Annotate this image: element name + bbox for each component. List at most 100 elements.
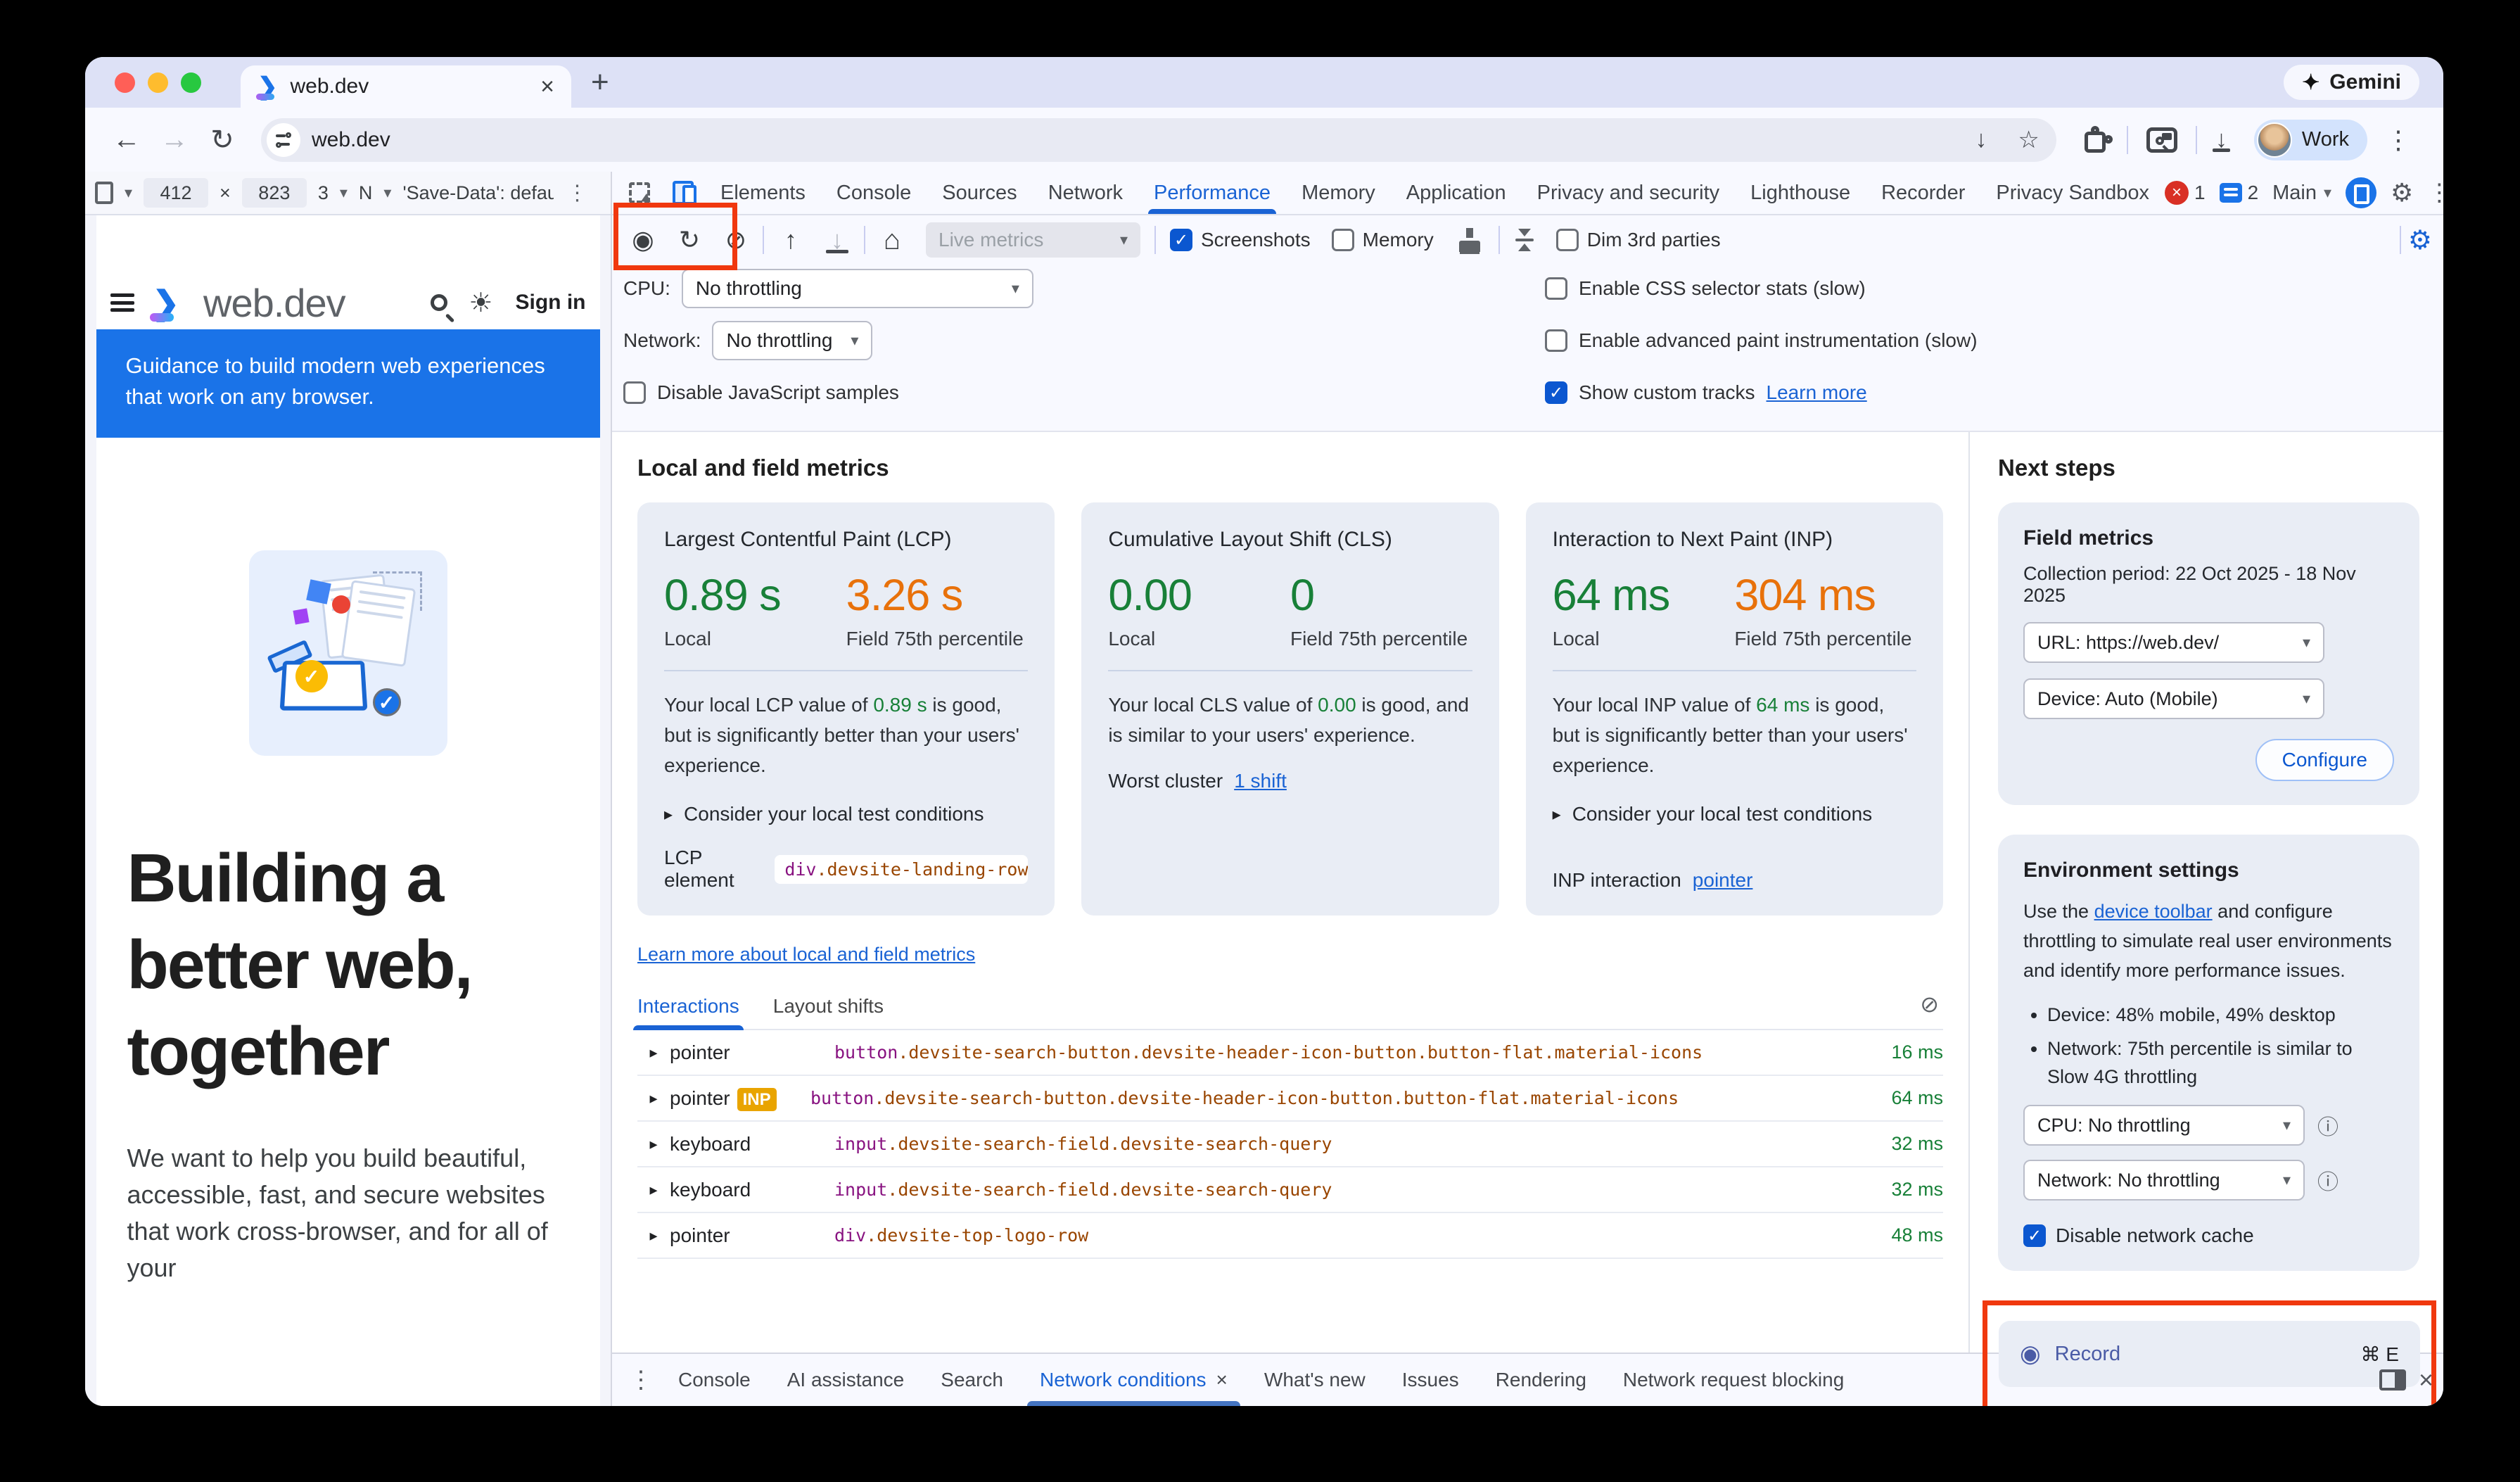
metrics-learn-more-link[interactable]: Learn more about local and field metrics [637, 944, 975, 965]
interaction-row[interactable]: ▸ keyboard input.devsite-search-field.de… [637, 1122, 1943, 1167]
drawer-tab-network-conditions[interactable]: Network conditions × [1022, 1354, 1246, 1406]
back-button[interactable]: ← [106, 124, 147, 156]
site-settings-icon[interactable] [267, 123, 300, 157]
history-select[interactable]: Live metrics ▾ [926, 222, 1140, 258]
traffic-light-minimize[interactable] [148, 72, 168, 93]
inp-test-conditions-toggle[interactable]: ▸ Consider your local test conditions [1553, 803, 1916, 825]
interaction-selector[interactable]: button.devsite-search-button.devsite-hea… [810, 1088, 1891, 1108]
device-toolbar-icon[interactable] [661, 172, 705, 214]
drawer-tab-rendering[interactable]: Rendering [1477, 1354, 1605, 1406]
drawer-tab-console[interactable]: Console [660, 1354, 769, 1406]
drawer-tab-whats-new[interactable]: What's new [1246, 1354, 1384, 1406]
toggle-drawer-layout-icon[interactable] [2379, 1369, 2406, 1391]
disable-js-checkbox[interactable]: Disable JavaScript samples [623, 373, 1545, 412]
paint-instrumentation-checkbox[interactable]: Enable advanced paint instrumentation (s… [1545, 321, 1978, 360]
search-tabs-icon[interactable] [2146, 127, 2177, 153]
zoom-select[interactable]: 3 [318, 182, 329, 204]
field-url-select[interactable]: URL: https://web.dev/▾ [2023, 622, 2324, 663]
browser-menu-icon[interactable]: ⋮ [2374, 125, 2422, 155]
tab-close-icon[interactable]: × [540, 73, 554, 101]
load-profile-icon[interactable]: ↑ [771, 225, 810, 255]
theme-toggle-icon[interactable]: ☀ [469, 287, 492, 319]
tab-privacy-security[interactable]: Privacy and security [1522, 172, 1736, 214]
dimensions-caret-icon[interactable]: ▾ [125, 184, 132, 202]
interaction-selector[interactable]: input.devsite-search-field.devsite-searc… [834, 1134, 1891, 1154]
viewport-height-input[interactable]: 823 [242, 178, 307, 208]
interaction-row[interactable]: ▸ keyboard input.devsite-search-field.de… [637, 1167, 1943, 1213]
capture-settings-gear-icon[interactable]: ⚙ [2408, 224, 2432, 256]
device-mode-badge-icon[interactable] [2346, 177, 2376, 208]
traffic-light-zoom[interactable] [181, 72, 201, 93]
downloads-icon[interactable]: ↓ [2204, 126, 2239, 153]
settings-gear-icon[interactable]: ⚙ [2391, 178, 2413, 208]
error-count-badge[interactable]: × 1 [2165, 181, 2206, 205]
interaction-row[interactable]: ▸ pointerINP button.devsite-search-butto… [637, 1076, 1943, 1122]
custom-tracks-learn-more-link[interactable]: Learn more [1767, 381, 1867, 404]
tab-sources[interactable]: Sources [927, 172, 1032, 214]
site-search-icon[interactable] [431, 294, 447, 311]
configure-button[interactable]: Configure [2255, 739, 2394, 781]
env-network-select[interactable]: Network: No throttling▾ [2023, 1160, 2305, 1201]
drawer-tab-search[interactable]: Search [922, 1354, 1022, 1406]
device-dimensions-icon[interactable] [95, 182, 113, 204]
interaction-selector[interactable]: div.devsite-top-logo-row [834, 1225, 1891, 1246]
cpu-throttling-select[interactable]: No throttling▾ [682, 269, 1033, 308]
forward-button[interactable]: → [154, 124, 195, 156]
reload-button[interactable]: ↻ [202, 124, 243, 156]
live-metrics-home-icon[interactable]: ⌂ [872, 224, 912, 256]
url-text[interactable]: web.dev [312, 128, 1954, 152]
dock-target-select[interactable]: Main▾ [2272, 182, 2331, 205]
save-data-select[interactable]: 'Save-Data': defau [402, 182, 554, 204]
hamburger-menu-icon[interactable] [110, 293, 134, 312]
inp-interaction-link[interactable]: pointer [1693, 869, 1753, 892]
issue-count-badge[interactable]: 2 [2220, 182, 2259, 204]
gemini-button[interactable]: ✦ Gemini [2284, 65, 2419, 100]
network-throttling-select[interactable]: No throttling▾ [712, 321, 872, 360]
interaction-selector[interactable]: input.devsite-search-field.devsite-searc… [834, 1179, 1891, 1200]
record-button[interactable]: ◉ Record ⌘ E [1999, 1321, 2420, 1387]
drawer-tab-issues[interactable]: Issues [1384, 1354, 1477, 1406]
network-info-icon[interactable]: ⓘ [2317, 1165, 2338, 1196]
profile-chip[interactable]: Work [2254, 120, 2367, 160]
tab-performance[interactable]: Performance [1138, 172, 1286, 214]
memory-checkbox[interactable]: Memory [1325, 229, 1441, 251]
viewport-width-input[interactable]: 412 [144, 178, 208, 208]
clear-log-icon[interactable]: ⊘ [1920, 991, 1939, 1018]
tab-lighthouse[interactable]: Lighthouse [1735, 172, 1866, 214]
show-custom-tracks-checkbox[interactable]: ✓ Show custom tracks Learn more [1545, 373, 1978, 412]
throttle-caret-icon[interactable]: ▾ [383, 184, 391, 202]
save-profile-icon[interactable]: ↓ [817, 225, 857, 255]
tab-interactions[interactable]: Interactions [637, 995, 739, 1029]
lcp-element-link[interactable]: div.devsite-landing-row-ite… [775, 855, 1028, 884]
tab-layout-shifts[interactable]: Layout shifts [773, 995, 884, 1029]
env-cpu-select[interactable]: CPU: No throttling▾ [2023, 1105, 2305, 1146]
interaction-selector[interactable]: button.devsite-search-button.devsite-hea… [834, 1042, 1891, 1063]
inspect-element-icon[interactable] [618, 172, 661, 214]
record-and-reload-icon[interactable]: ↻ [670, 225, 709, 255]
collapse-tracks-icon[interactable] [1515, 229, 1534, 251]
new-tab-button[interactable]: + [591, 65, 609, 100]
drawer-tab-ai-assistance[interactable]: AI assistance [769, 1354, 923, 1406]
install-icon[interactable]: ↓ [1965, 126, 1997, 153]
cpu-info-icon[interactable]: ⓘ [2317, 1110, 2338, 1141]
garbage-collect-icon[interactable] [1459, 228, 1480, 252]
worst-cluster-link[interactable]: 1 shift [1234, 770, 1287, 792]
tab-recorder[interactable]: Recorder [1866, 172, 1980, 214]
interaction-row[interactable]: ▸ pointer button.devsite-search-button.d… [637, 1030, 1943, 1076]
device-toolbar-link[interactable]: device toolbar [2094, 901, 2213, 922]
throttle-select[interactable]: N [359, 182, 373, 204]
lcp-test-conditions-toggle[interactable]: ▸ Consider your local test conditions [664, 803, 1028, 825]
bookmark-star-icon[interactable]: ☆ [2008, 126, 2049, 154]
emulation-menu-icon[interactable]: ⋮ [566, 181, 587, 205]
drawer-tab-network-request-blocking[interactable]: Network request blocking [1605, 1354, 1862, 1406]
zoom-caret-icon[interactable]: ▾ [340, 184, 348, 202]
tab-privacy-sandbox[interactable]: Privacy Sandbox [1980, 172, 2165, 214]
interaction-row[interactable]: ▸ pointer div.devsite-top-logo-row 48 ms [637, 1213, 1943, 1259]
drawer-menu-icon[interactable]: ⋮ [622, 1366, 660, 1394]
css-selector-stats-checkbox[interactable]: Enable CSS selector stats (slow) [1545, 269, 1978, 308]
drawer-tab-close-icon[interactable]: × [1216, 1369, 1228, 1391]
field-device-select[interactable]: Device: Auto (Mobile)▾ [2023, 678, 2324, 719]
tab-memory[interactable]: Memory [1286, 172, 1391, 214]
extensions-icon[interactable] [2085, 127, 2110, 153]
tab-console[interactable]: Console [821, 172, 927, 214]
